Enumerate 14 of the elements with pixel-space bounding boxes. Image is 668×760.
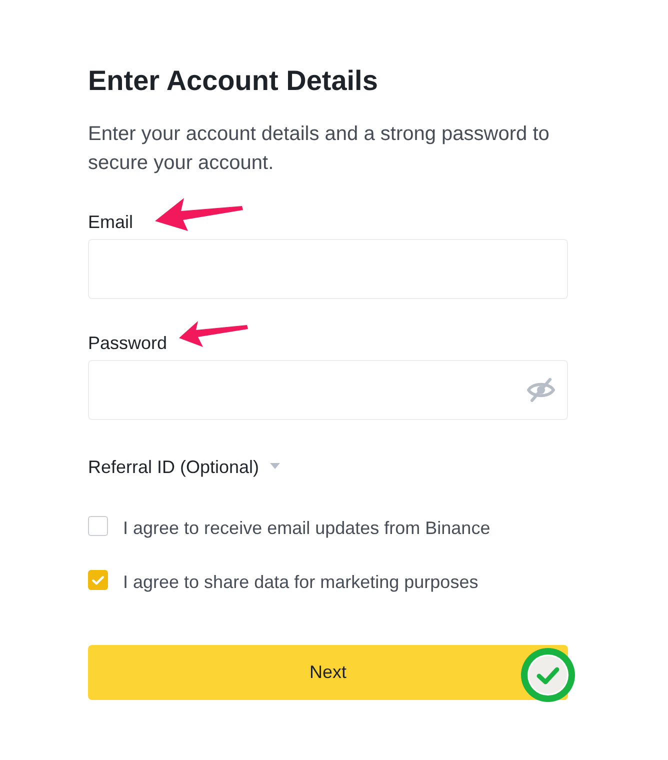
referral-toggle[interactable]: Referral ID (Optional) bbox=[88, 455, 280, 479]
checkmark-icon bbox=[92, 576, 104, 584]
password-field[interactable] bbox=[88, 360, 568, 420]
checkbox-label: I agree to share data for marketing purposes bbox=[123, 571, 478, 594]
page-title: Enter Account Details bbox=[88, 64, 378, 98]
checkbox[interactable] bbox=[88, 516, 108, 536]
next-button[interactable]: Next bbox=[88, 645, 568, 700]
eye-slash-icon[interactable] bbox=[527, 378, 555, 402]
field-label: Password bbox=[88, 332, 168, 355]
checkbox[interactable] bbox=[88, 570, 108, 590]
checkbox-label: I agree to receive email updates from Binance bbox=[123, 517, 490, 540]
description-text: Enter your account details and a strong password to secure your account. bbox=[88, 122, 550, 176]
field-label: Email bbox=[88, 211, 134, 234]
check-badge-icon bbox=[521, 648, 575, 702]
